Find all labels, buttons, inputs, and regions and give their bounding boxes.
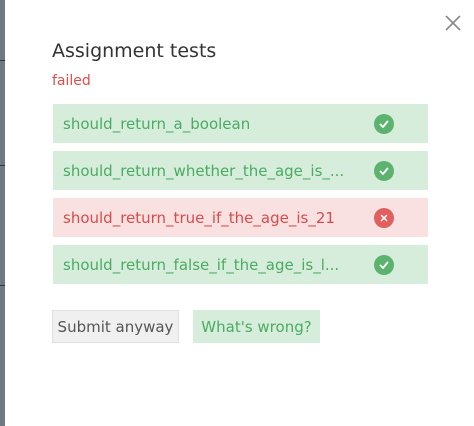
submit-anyway-button[interactable]: Submit anyway: [52, 310, 179, 343]
test-name: should_return_whether_the_age_is_...: [63, 161, 345, 180]
test-row: should_return_whether_the_age_is_...: [53, 151, 428, 190]
test-name: should_return_a_boolean: [63, 114, 251, 133]
test-row: should_return_false_if_the_age_is_l...: [53, 245, 428, 284]
status-text: failed: [52, 73, 91, 89]
check-icon: [374, 254, 394, 275]
close-button[interactable]: [442, 12, 464, 34]
test-name: should_return_true_if_the_age_is_21: [63, 208, 335, 227]
close-icon: [445, 15, 461, 31]
test-row: should_return_true_if_the_age_is_21: [53, 198, 428, 237]
whats-wrong-button[interactable]: What's wrong?: [193, 310, 320, 343]
assignment-tests-modal: Assignment tests failed should_return_a_…: [5, 0, 474, 426]
test-name: should_return_false_if_the_age_is_l...: [63, 255, 340, 274]
check-icon: [374, 160, 394, 181]
x-icon: [374, 207, 394, 228]
test-row: should_return_a_boolean: [53, 104, 428, 143]
check-icon: [374, 113, 394, 134]
modal-title: Assignment tests: [52, 40, 217, 62]
